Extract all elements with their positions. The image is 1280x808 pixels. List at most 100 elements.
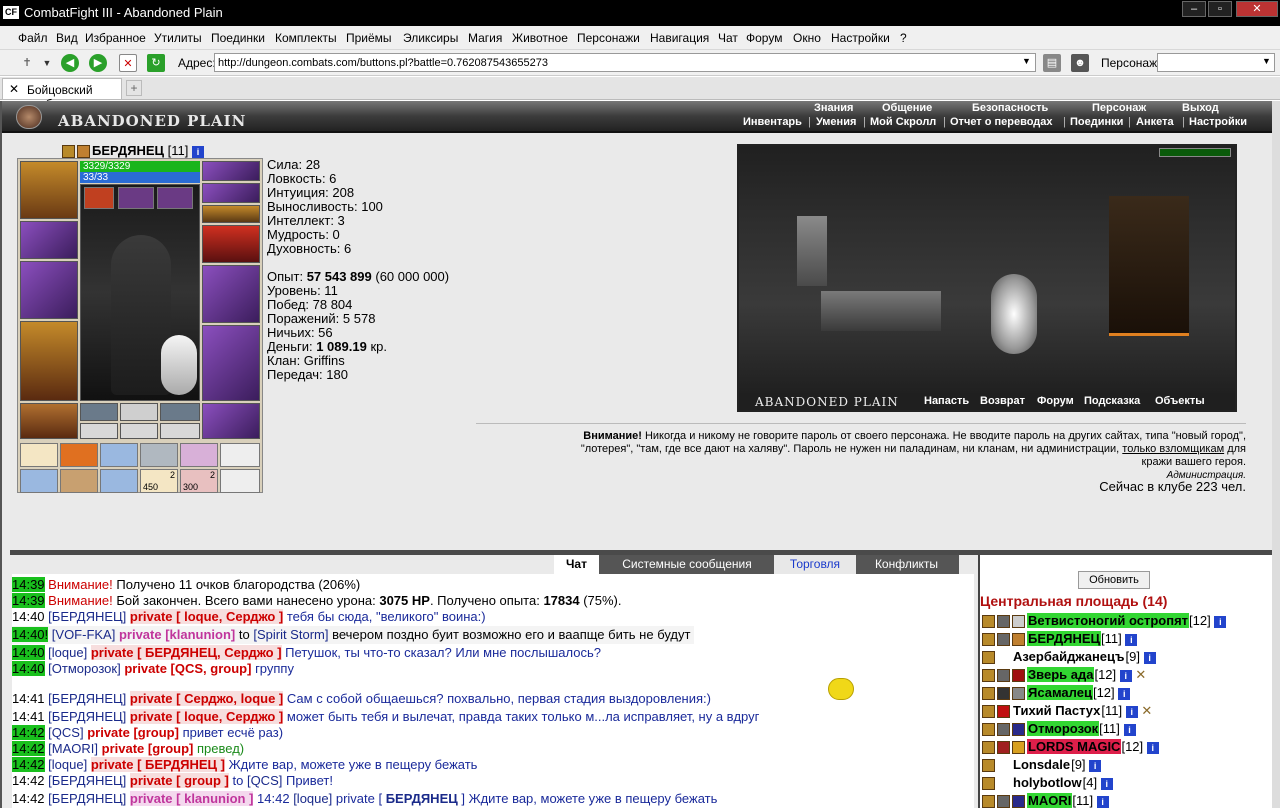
rune-slot-5[interactable] — [120, 423, 158, 439]
chat-nick[interactable]: [loque] — [48, 757, 87, 772]
menu-sets[interactable]: Комплекты — [275, 31, 337, 45]
nav-my-scroll[interactable]: Мой Скролл — [870, 116, 936, 128]
refresh-button[interactable]: Обновить — [1078, 571, 1150, 589]
menu-settings[interactable]: Настройки — [831, 31, 890, 45]
player-entry[interactable]: Ветвистоногий остропят[12] i — [982, 613, 1227, 629]
scroll-slot-12[interactable] — [220, 469, 260, 493]
nav-exit[interactable]: Выход — [1182, 102, 1219, 114]
character-dropdown-icon[interactable]: ▼ — [1262, 56, 1271, 66]
player-entry[interactable]: Тихий Пастух[11] i ✕ — [982, 703, 1152, 719]
chat-nick[interactable]: [loque] — [48, 645, 87, 660]
tab-trade[interactable]: Торговля — [774, 555, 856, 574]
scroll-slot-4[interactable] — [140, 443, 178, 467]
nav-knowledge[interactable]: Знания — [814, 102, 853, 114]
chat-nick[interactable]: [MAORI] — [48, 741, 98, 756]
gloves-slot[interactable] — [202, 225, 260, 263]
menu-elixirs[interactable]: Эликсиры — [403, 31, 458, 45]
menu-forum[interactable]: Форум — [746, 31, 782, 45]
scroll-slot-10[interactable]: 450 2 — [140, 469, 178, 493]
chat-nick[interactable]: [Spirit Storm] — [253, 627, 328, 642]
rune-slot-2[interactable] — [120, 403, 158, 421]
menu-chat[interactable]: Чат — [718, 31, 738, 45]
nav-security[interactable]: Безопасность — [972, 102, 1048, 114]
menu-help[interactable]: ? — [900, 31, 907, 45]
bracers-slot[interactable] — [20, 221, 78, 259]
chat-nick[interactable]: [БЕРДЯНЕЦ] — [48, 773, 126, 788]
scene-attack-link[interactable]: Напасть — [924, 395, 969, 407]
menu-magic[interactable]: Магия — [468, 31, 502, 45]
legs-slot[interactable] — [202, 325, 260, 401]
hackers-link[interactable]: только взломщикам — [1122, 443, 1224, 455]
menu-utilities[interactable]: Утилиты — [154, 31, 202, 45]
amulet-slot[interactable] — [202, 183, 260, 203]
nav-profile[interactable]: Анкета — [1136, 116, 1174, 128]
scroll-slot-7[interactable] — [20, 469, 58, 493]
scroll-slot-11[interactable]: 300 2 — [180, 469, 218, 493]
minimize-button[interactable]: – — [1182, 1, 1206, 17]
dropdown-arrow-icon[interactable]: ▼ — [38, 54, 56, 72]
page-scrollbar[interactable] — [1272, 101, 1280, 808]
portal-object[interactable] — [991, 274, 1037, 354]
player-entry[interactable]: MAORI[11] i — [982, 793, 1109, 808]
maximize-button[interactable]: ▫ — [1208, 1, 1232, 17]
potion-slot-2[interactable] — [118, 187, 154, 209]
rune-slot-1[interactable] — [80, 403, 118, 421]
stop-icon[interactable]: ✕ — [119, 54, 137, 72]
castle-building[interactable] — [1109, 196, 1189, 336]
page-icon[interactable]: ▤ — [1043, 54, 1061, 72]
scroll-slot-6[interactable] — [220, 443, 260, 467]
nav-communication[interactable]: Общение — [882, 102, 932, 114]
chat-nick[interactable]: [VOF-FKA] — [52, 627, 116, 642]
menu-characters[interactable]: Персонажи — [577, 31, 640, 45]
rune-slot-6[interactable] — [160, 423, 200, 439]
potion-slot-3[interactable] — [157, 187, 193, 209]
info-icon[interactable]: i — [192, 145, 204, 158]
address-input[interactable] — [214, 53, 1036, 72]
tab-fight-club[interactable]: ✕ Бойцовский клуб — [2, 78, 122, 111]
scroll-slot-1[interactable] — [20, 443, 58, 467]
earring-slot[interactable] — [202, 161, 260, 181]
character-select[interactable] — [1157, 53, 1275, 72]
scroll-slot-2[interactable] — [60, 443, 98, 467]
scene-hint-link[interactable]: Подсказка — [1084, 395, 1140, 407]
menu-window[interactable]: Окно — [793, 31, 821, 45]
scene-return-link[interactable]: Возврат — [980, 395, 1025, 407]
player-entry[interactable]: LORDS MAGIC[12] i — [982, 739, 1159, 755]
player-entry[interactable]: Lonsdale[9] i — [982, 757, 1102, 773]
player-entry[interactable]: Зверь ада[12] i ✕ — [982, 667, 1146, 683]
menu-techniques[interactable]: Приёмы — [346, 31, 392, 45]
tab-chat[interactable]: Чат — [554, 555, 599, 574]
chat-nick[interactable]: [БЕРДЯНЕЦ] — [48, 709, 126, 724]
helmet-slot[interactable] — [20, 161, 78, 219]
boots-slot[interactable] — [202, 403, 260, 439]
player-entry[interactable]: holybotlow[4] i — [982, 775, 1113, 791]
scroll-slot-5[interactable] — [180, 443, 218, 467]
menu-navigation[interactable]: Навигация — [650, 31, 709, 45]
chat-nick[interactable]: [БЕРДЯНЕЦ] — [48, 791, 126, 806]
close-button[interactable]: ✕ — [1236, 1, 1278, 17]
tab-conflicts[interactable]: Конфликты — [859, 555, 954, 574]
belt-slot[interactable] — [20, 403, 78, 439]
potion-slot-1[interactable] — [84, 187, 114, 209]
player-entry[interactable]: Азербайджанецъ[9] i — [982, 649, 1156, 665]
users-icon[interactable]: ☻ — [1071, 54, 1089, 72]
ruins-building[interactable] — [821, 291, 941, 331]
chat-nick[interactable]: [БЕРДЯНЕЦ] — [48, 691, 126, 706]
scroll-slot-9[interactable] — [100, 469, 138, 493]
rune-slot-4[interactable] — [80, 423, 118, 439]
nav-character[interactable]: Персонаж — [1092, 102, 1146, 114]
rings-slot[interactable] — [202, 205, 260, 223]
player-entry[interactable]: Ясамалец[12] i — [982, 685, 1131, 701]
player-entry[interactable]: Отморозок[11] i — [982, 721, 1136, 737]
scroll-slot-3[interactable] — [100, 443, 138, 467]
weapon-right-slot[interactable] — [202, 265, 260, 323]
menu-file[interactable]: Файл — [18, 31, 48, 45]
chat-nick[interactable]: [БЕРДЯНЕЦ] — [48, 609, 126, 624]
scene-forum-link[interactable]: Форум — [1037, 395, 1074, 407]
player-entry[interactable]: БЕРДЯНЕЦ[11] i — [982, 631, 1138, 647]
tower-building[interactable] — [797, 216, 827, 286]
nav-skills[interactable]: Умения — [816, 116, 856, 128]
chat-nick[interactable]: [Отморозок] — [48, 661, 121, 676]
nav-transfer-report[interactable]: Отчет о переводах — [950, 116, 1053, 128]
menu-fights[interactable]: Поединки — [211, 31, 265, 45]
